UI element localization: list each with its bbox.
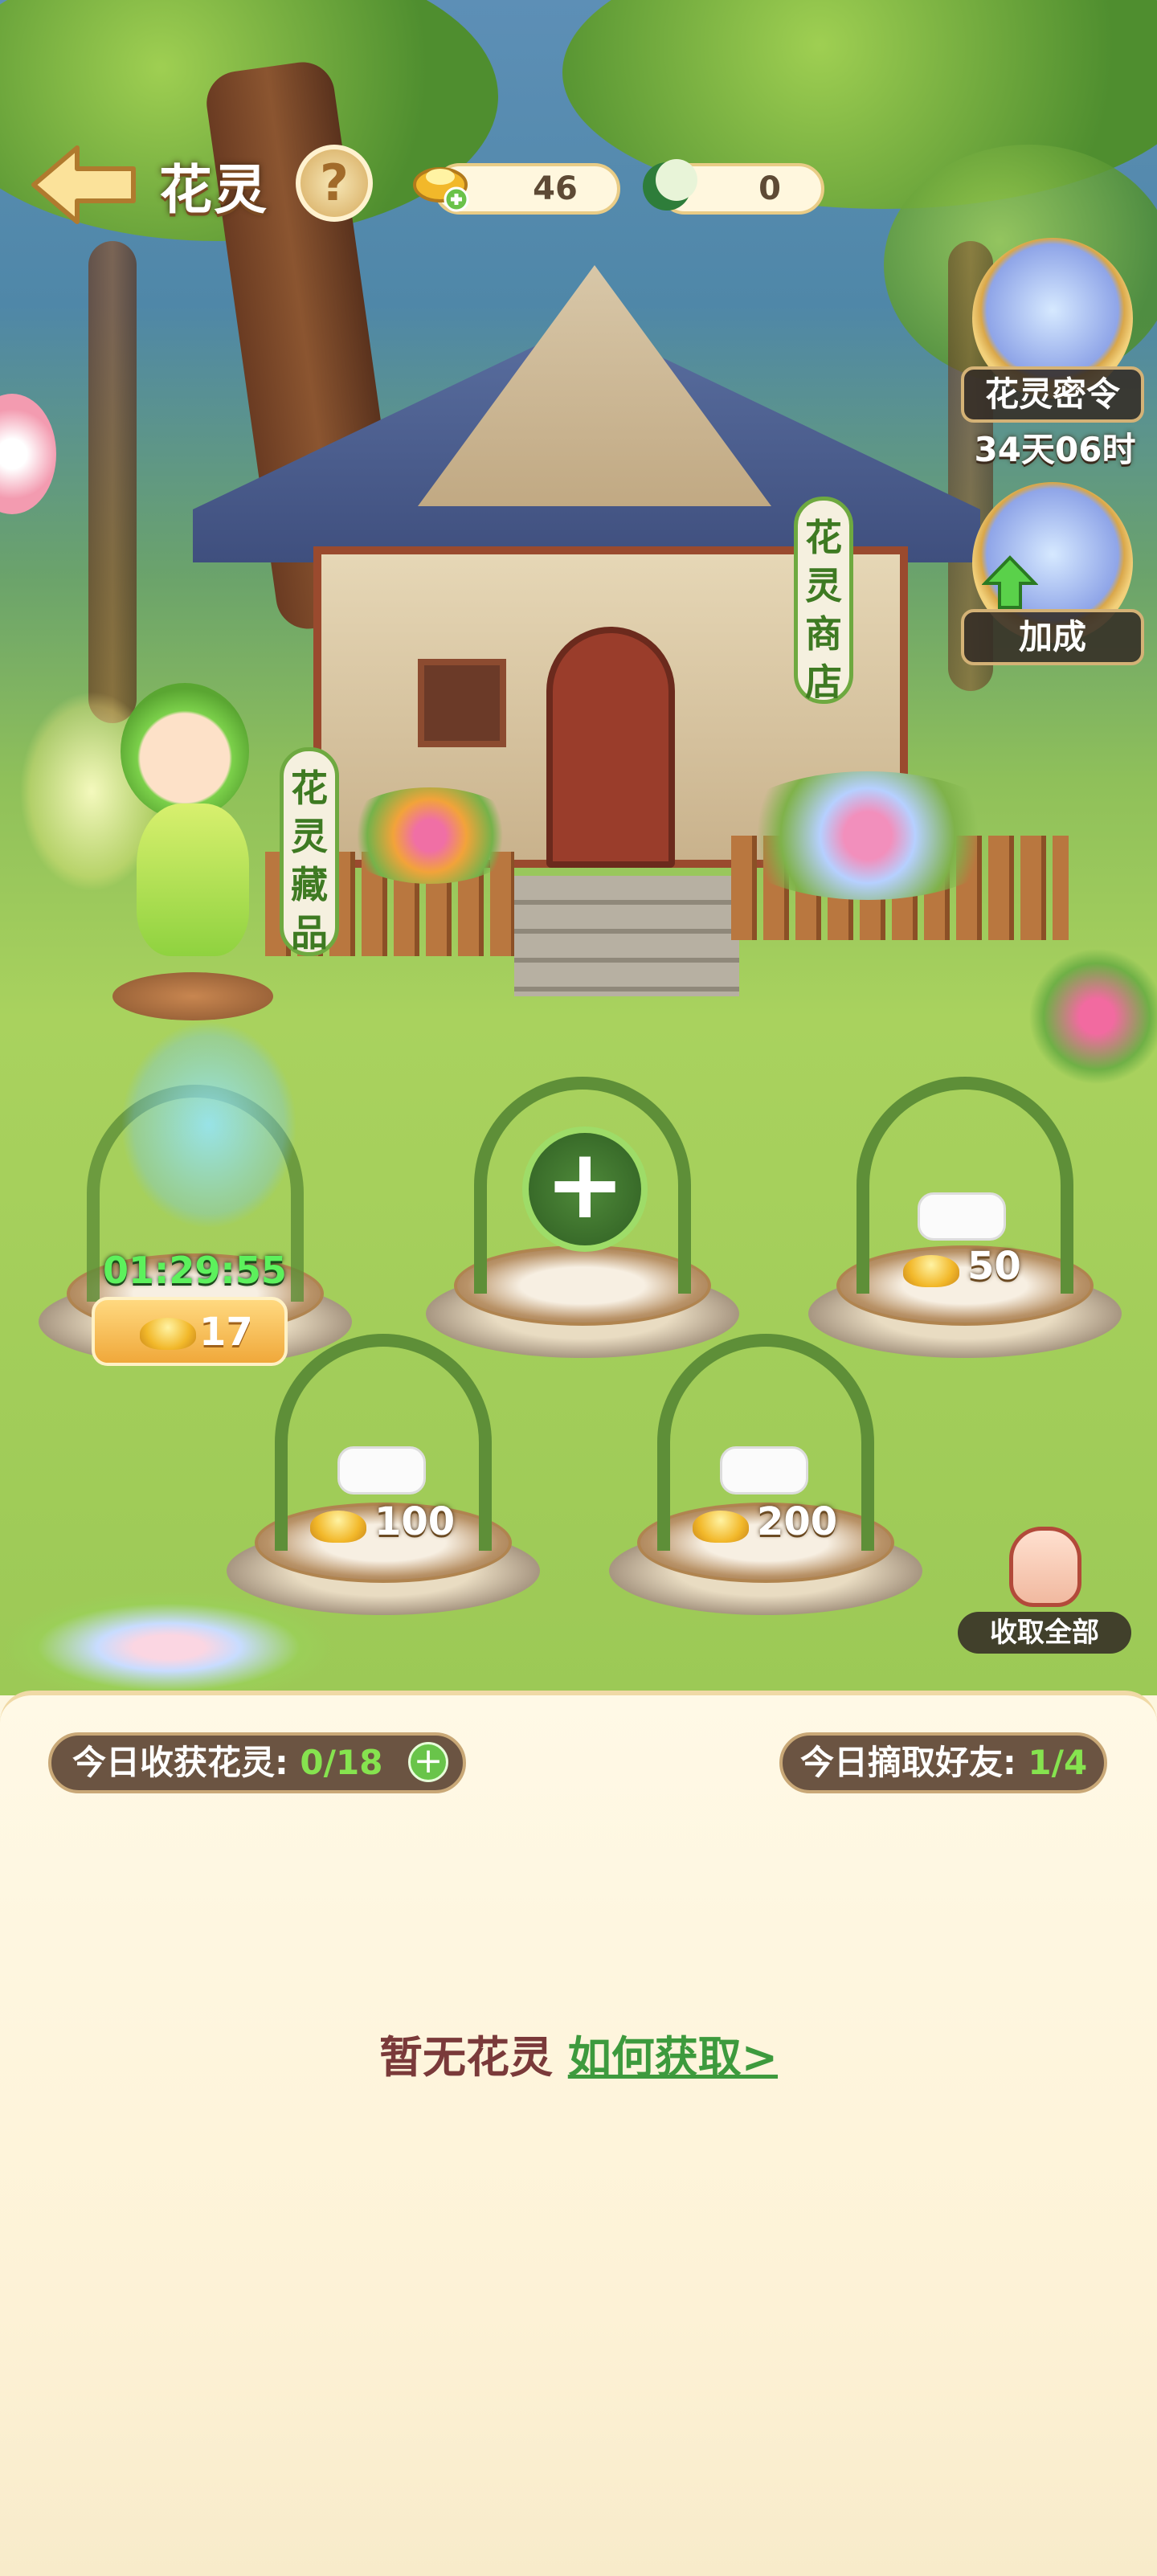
- empty-text: 暂无花灵: [378, 2032, 553, 2083]
- house-stairs: [514, 876, 739, 996]
- speed-up-button[interactable]: 17: [92, 1297, 288, 1366]
- today-harvest-value: 0/18: [300, 1743, 383, 1782]
- back-arrow-icon: [31, 145, 136, 224]
- garden-scene: 花灵商店 花灵藏品 花灵 ? 46 0 花灵密令 34天06时 加成 01:29…: [0, 0, 1157, 1695]
- add-harvest-button[interactable]: +: [408, 1742, 448, 1782]
- ingot-icon: [693, 1511, 749, 1543]
- house-door: [546, 627, 675, 868]
- fairy-info-panel: [0, 1691, 1157, 2576]
- flower-bed: [1028, 948, 1157, 1085]
- slot-3-price: 50: [967, 1244, 1021, 1289]
- moon-count: 0: [758, 170, 781, 207]
- flower-bed: [337, 787, 522, 884]
- flower-bed: [0, 1591, 337, 1695]
- lock-pendant-icon: [337, 1446, 426, 1494]
- tree-stump: [112, 972, 273, 1020]
- today-pick-label: 今日摘取好友:: [800, 1743, 1016, 1782]
- tree-trunk: [88, 241, 137, 723]
- help-button[interactable]: ?: [296, 145, 373, 222]
- flower-decoration: [0, 394, 56, 514]
- flower-collection-sign[interactable]: 花灵藏品: [280, 747, 339, 956]
- secret-order-countdown: 34天06时: [974, 430, 1136, 469]
- today-pick-value: 1/4: [1028, 1743, 1088, 1782]
- slot-1-timer: 01:29:55: [103, 1249, 287, 1292]
- collect-all-button[interactable]: 收取全部: [958, 1527, 1131, 1655]
- secret-order-label[interactable]: 花灵密令: [961, 366, 1144, 423]
- today-pick-friends-stat: 今日摘取好友: 1/4: [779, 1732, 1107, 1793]
- how-to-get-link[interactable]: 如何获取>: [568, 2032, 778, 2083]
- empty-state: 暂无花灵 如何获取>: [0, 2022, 1157, 2085]
- today-harvest-stat: 今日收获花灵: 0/18: [48, 1732, 466, 1793]
- growing-fairy: [121, 1020, 297, 1229]
- ingot-icon: [310, 1511, 366, 1543]
- ingot-count: 46: [533, 170, 578, 207]
- slot-4-price: 100: [374, 1499, 456, 1544]
- up-arrow-icon: [981, 554, 1039, 614]
- fairy-body: [137, 803, 249, 956]
- lock-pendant-icon: [720, 1446, 808, 1494]
- collect-all-label: 收取全部: [958, 1612, 1131, 1654]
- vine-arch: [857, 1077, 1073, 1294]
- speed-up-cost: 17: [199, 1310, 253, 1355]
- slot-5-price: 200: [757, 1499, 838, 1544]
- lock-pendant-icon: [918, 1192, 1006, 1241]
- ingot-icon: [903, 1255, 959, 1287]
- house-window: [418, 659, 506, 747]
- today-harvest-label: 今日收获花灵:: [72, 1743, 288, 1782]
- fairy-head: [121, 683, 249, 820]
- moon-icon: [635, 154, 699, 222]
- hand-icon: [1009, 1527, 1081, 1607]
- back-button[interactable]: [27, 137, 140, 233]
- flower-shop-sign[interactable]: 花灵商店: [794, 497, 853, 704]
- plus-icon: +: [544, 1129, 626, 1241]
- bonus-label[interactable]: 加成: [961, 609, 1144, 665]
- ingot-add-icon[interactable]: [410, 157, 474, 217]
- add-seed-button[interactable]: +: [522, 1126, 648, 1252]
- page-title: 花灵: [159, 159, 268, 221]
- flower-bed: [723, 771, 1012, 900]
- ingot-icon: [140, 1318, 196, 1350]
